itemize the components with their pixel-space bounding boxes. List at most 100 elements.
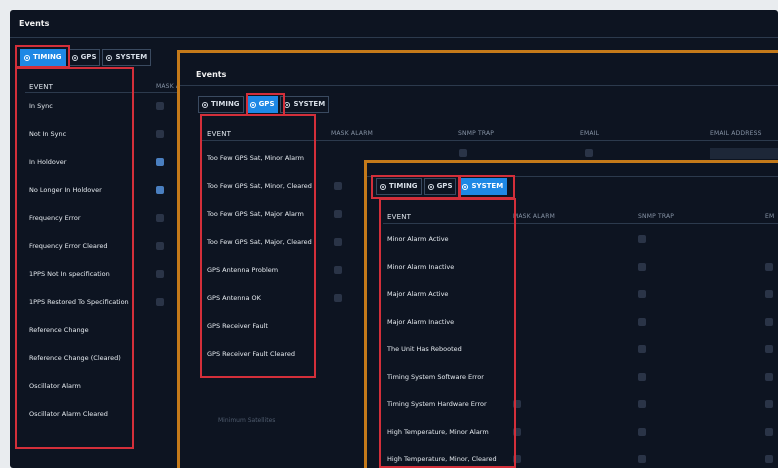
email-checkbox[interactable] [765, 400, 773, 408]
event-row-label: Not In Sync [29, 130, 67, 138]
event-row-label: Major Alarm Inactive [387, 317, 455, 326]
radio-icon [380, 183, 386, 190]
divider [10, 37, 778, 38]
snmp-trap-checkbox[interactable] [638, 235, 646, 243]
event-row-label: Too Few GPS Sat, Minor Alarm [207, 154, 304, 162]
event-row-label: Major Alarm Active [387, 290, 449, 298]
radio-icon [284, 101, 291, 108]
snmp-trap-checkbox[interactable] [638, 455, 646, 463]
event-row-label: Frequency Error [29, 214, 81, 222]
mask-alarm-checkbox[interactable] [156, 186, 164, 194]
column-header-snmp-trap: SNMP TRAP [458, 130, 495, 137]
event-row-label: In Sync [29, 102, 53, 110]
mask-alarm-checkbox[interactable] [334, 182, 342, 190]
mask-alarm-checkbox[interactable] [156, 214, 164, 222]
header-divider [383, 223, 778, 224]
tab-bar: TIMING GPS SYSTEM [376, 178, 508, 195]
event-row-label: In Holdover [29, 158, 67, 166]
radio-icon [249, 101, 256, 108]
event-row-label: GPS Receiver Fault Cleared [207, 350, 295, 358]
snmp-trap-checkbox[interactable] [638, 400, 646, 408]
snmp-trap-checkbox[interactable] [638, 262, 646, 271]
minimum-satellites-label: Minimum Satellites [218, 417, 276, 424]
mask-alarm-checkbox[interactable] [156, 102, 164, 110]
snmp-trap-checkbox[interactable] [459, 149, 467, 157]
event-row-label: Minor Alarm Active [387, 235, 449, 243]
tab-gps[interactable]: GPS [423, 178, 457, 195]
mask-alarm-checkbox[interactable] [513, 400, 521, 408]
panel-title: Events [19, 19, 50, 28]
email-checkbox[interactable] [765, 455, 773, 463]
divider [367, 176, 778, 177]
event-row-label: 1PPS Not In specification [29, 270, 110, 278]
tab-system[interactable]: SYSTEM [280, 96, 330, 113]
mask-alarm-checkbox[interactable] [513, 427, 521, 436]
column-header-email: EM [765, 213, 775, 220]
mask-alarm-checkbox[interactable] [156, 130, 164, 138]
event-row-label: Reference Change (Cleared) [29, 354, 121, 362]
event-row-label: High Temperature, Minor, Cleared [387, 455, 497, 463]
event-row-label: 1PPS Restored To Specification [29, 298, 129, 306]
tab-system[interactable]: SYSTEM [102, 49, 152, 66]
event-row-label: High Temperature, Minor Alarm [387, 427, 489, 436]
radio-icon [71, 54, 78, 61]
email-checkbox[interactable] [765, 262, 773, 271]
event-row-label: The Unit Has Rebooted [387, 345, 462, 353]
event-row-label: Too Few GPS Sat, Major, Cleared [207, 238, 312, 246]
tab-gps[interactable]: GPS [67, 49, 101, 66]
event-row-label: Timing System Hardware Error [387, 400, 487, 408]
events-panel-system: TIMING GPS SYSTEM EVENT MASK ALARM SNMP … [364, 160, 778, 468]
event-row-label: Timing System Software Error [387, 372, 484, 381]
email-checkbox[interactable] [765, 317, 773, 326]
tab-gps[interactable]: GPS [245, 96, 279, 113]
mask-alarm-checkbox[interactable] [334, 266, 342, 274]
event-row-label: GPS Receiver Fault [207, 322, 268, 330]
snmp-trap-checkbox[interactable] [638, 427, 646, 436]
email-checkbox[interactable] [765, 372, 773, 381]
mask-alarm-checkbox[interactable] [156, 270, 164, 278]
column-header-event: EVENT [207, 130, 232, 138]
email-address-input[interactable] [710, 148, 778, 159]
mask-alarm-checkbox[interactable] [513, 455, 521, 463]
event-row-label: Minor Alarm Inactive [387, 262, 455, 271]
email-checkbox[interactable] [585, 149, 593, 157]
mask-alarm-checkbox[interactable] [334, 210, 342, 218]
event-row-label: Too Few GPS Sat, Minor, Cleared [207, 182, 312, 190]
email-checkbox[interactable] [765, 427, 773, 436]
mask-alarm-checkbox[interactable] [156, 298, 164, 306]
snmp-trap-checkbox[interactable] [638, 345, 646, 353]
email-checkbox[interactable] [765, 345, 773, 353]
event-row-label: Oscillator Alarm [29, 382, 81, 390]
radio-icon [106, 54, 113, 61]
column-header-event: EVENT [29, 83, 54, 91]
radio-icon [427, 183, 434, 190]
mask-alarm-checkbox[interactable] [156, 242, 164, 250]
event-row-label: No Longer In Holdover [29, 186, 102, 194]
tab-system[interactable]: SYSTEM [458, 178, 508, 195]
mask-alarm-checkbox[interactable] [334, 238, 342, 246]
event-row-label: Too Few GPS Sat, Major Alarm [207, 210, 304, 218]
column-header-email-address: EMAIL ADDRESS [710, 130, 762, 137]
snmp-trap-checkbox[interactable] [638, 290, 646, 298]
tab-timing[interactable]: TIMING [198, 96, 244, 113]
tab-timing[interactable]: TIMING [376, 178, 422, 195]
event-row-label: Oscillator Alarm Cleared [29, 410, 108, 418]
mask-alarm-checkbox[interactable] [334, 294, 342, 302]
tab-timing[interactable]: TIMING [20, 49, 66, 66]
column-header-mask-alarm: MASK ALARM [513, 213, 555, 220]
divider [180, 85, 778, 86]
snmp-trap-checkbox[interactable] [638, 317, 646, 326]
event-row-label: GPS Antenna OK [207, 294, 261, 302]
event-row-label: Reference Change [29, 326, 89, 334]
radio-icon [202, 101, 208, 108]
tab-bar: TIMING GPS SYSTEM [20, 49, 152, 66]
column-header-snmp-trap: SNMP TRAP [638, 213, 675, 220]
event-row-label: GPS Antenna Problem [207, 266, 279, 274]
email-checkbox[interactable] [765, 290, 773, 298]
tab-bar: TIMING GPS SYSTEM [198, 96, 330, 113]
snmp-trap-checkbox[interactable] [638, 372, 646, 381]
radio-icon [24, 54, 30, 61]
event-row-label: Frequency Error Cleared [29, 242, 108, 250]
mask-alarm-checkbox[interactable] [156, 158, 164, 166]
panel-title: Events [196, 70, 227, 79]
